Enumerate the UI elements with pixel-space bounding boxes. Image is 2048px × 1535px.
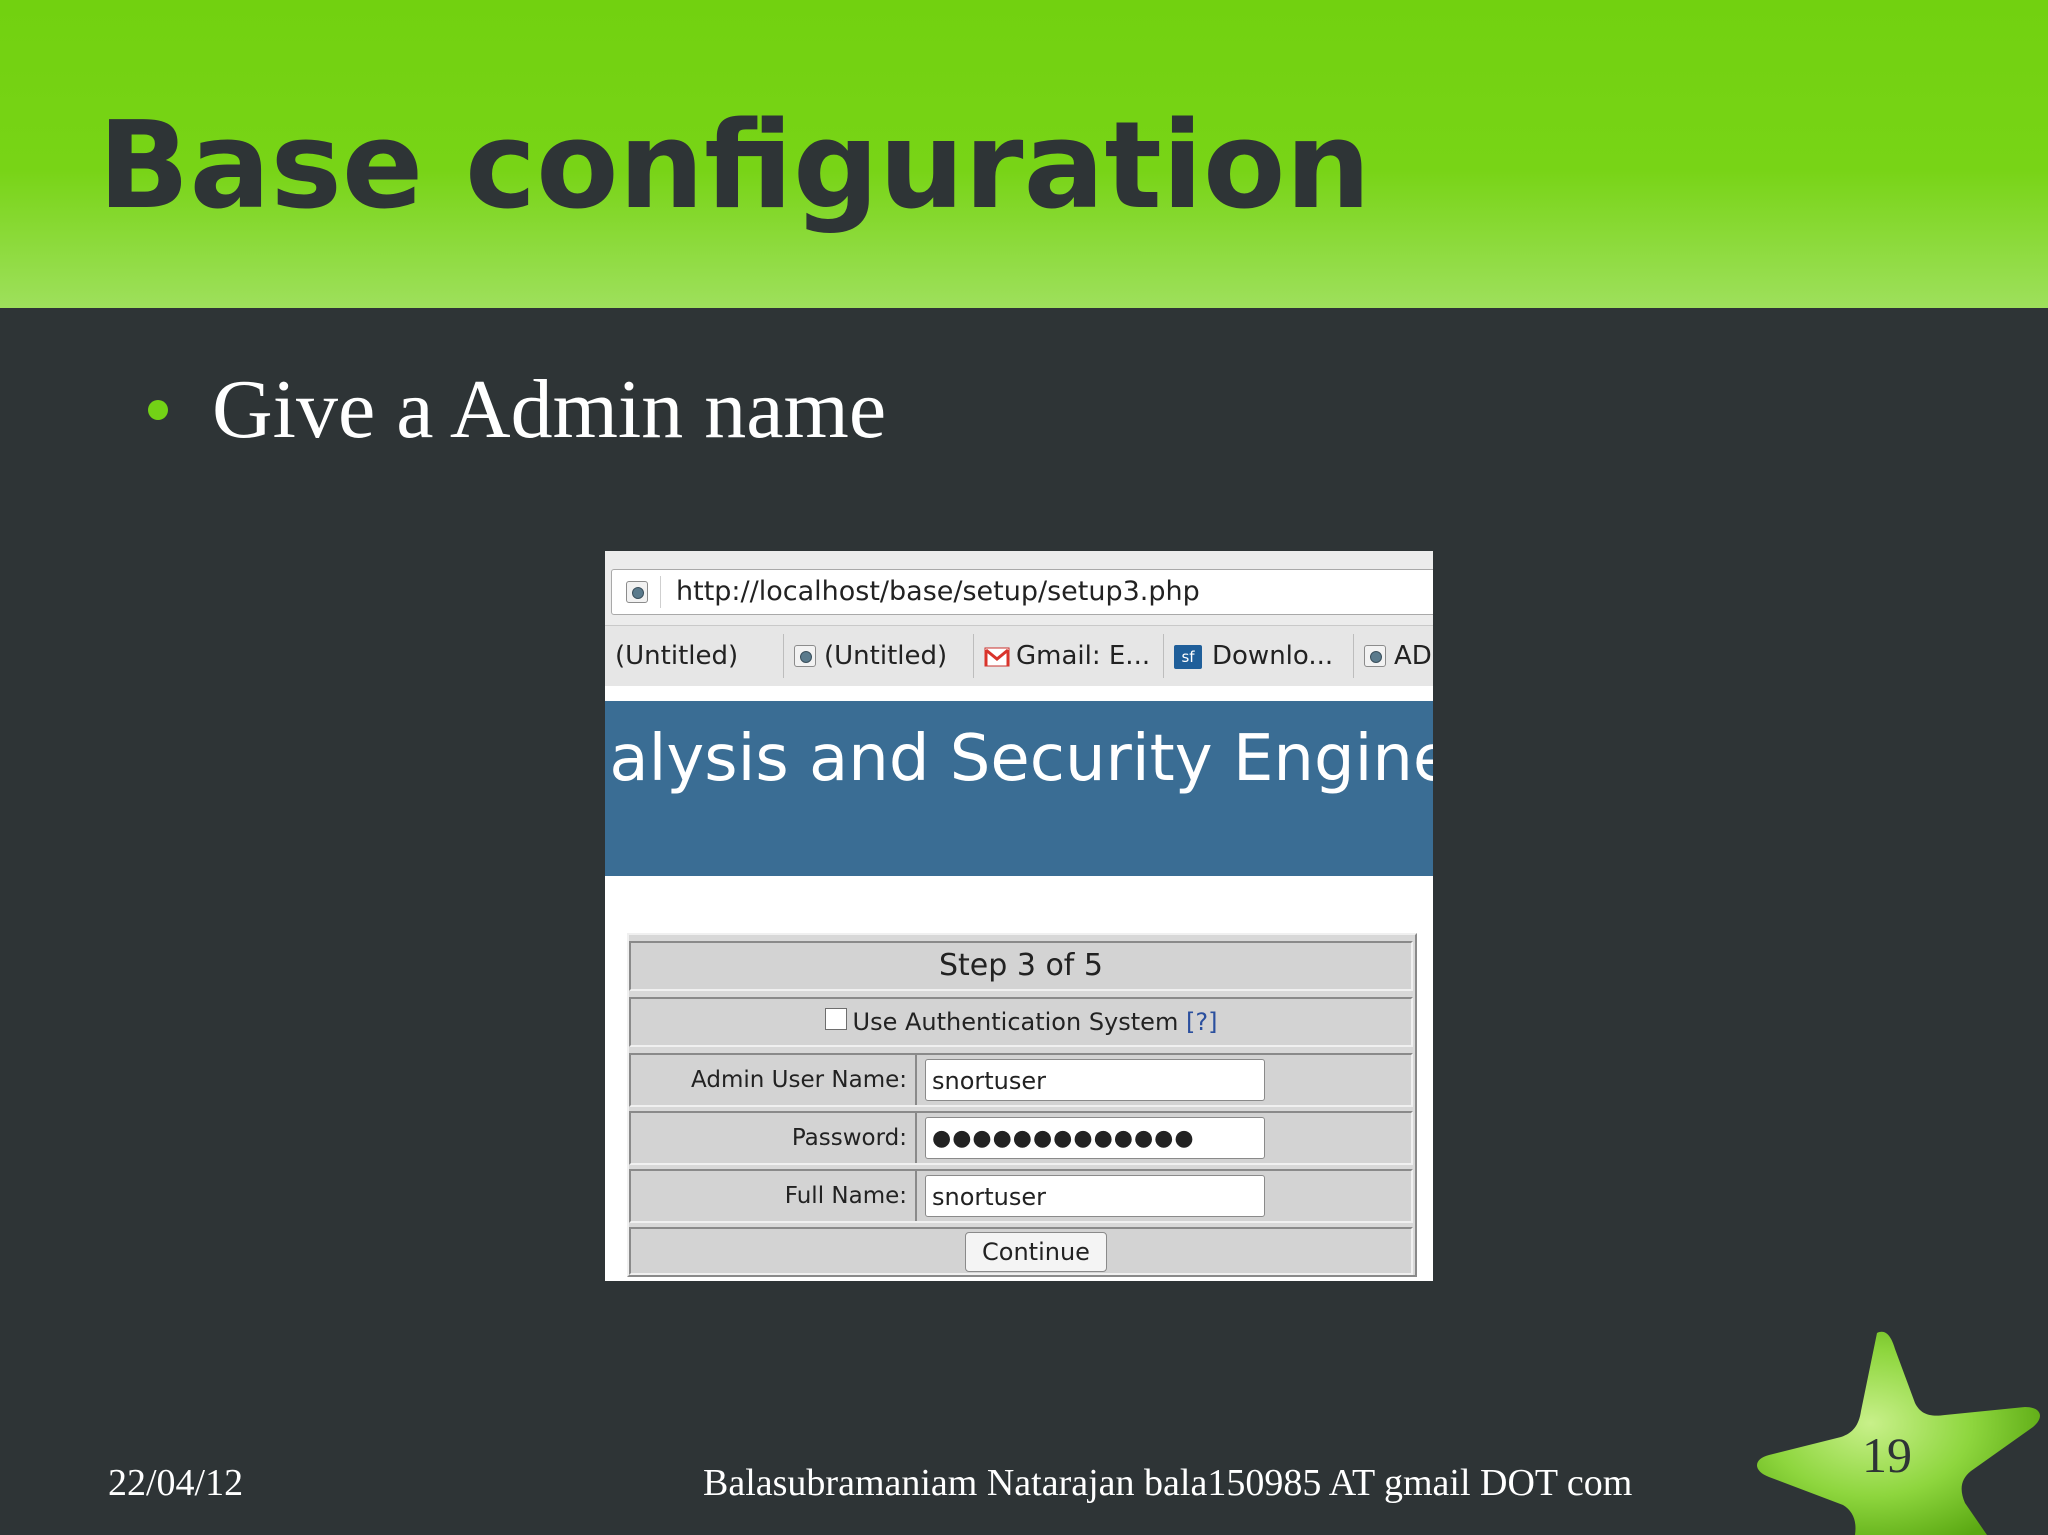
slide-header: Base configuration [0,0,2048,308]
tab-label: (Untitled) [615,641,739,671]
page-number: 19 [1862,1427,1912,1483]
bookmark-tabs: (Untitled) (Untitled) Gmail: E... sf Dow… [605,625,1433,686]
bullet-text: Give a Admin name [212,363,887,456]
admin-user-row: Admin User Name: snortuser [629,1053,1413,1107]
admin-user-label: Admin User Name: [631,1055,917,1105]
page-icon [794,645,816,667]
slide-title: Base configuration [98,97,1371,236]
tab-downloads[interactable]: sf Downlo... [1163,634,1354,678]
tab-label: (Untitled) [824,641,948,671]
step-row: Step 3 of 5 [629,941,1413,991]
navigation-bar: http://localhost/base/setup/setup3.php [605,551,1433,625]
tab-label: Downlo... [1212,641,1334,671]
auth-checkbox[interactable] [824,1008,847,1030]
banner-title: Analysis and Security Engine (BASE) [605,722,1433,796]
auth-label: Use Authentication System [852,1008,1179,1036]
full-name-row: Full Name: snortuser [629,1169,1413,1223]
continue-button[interactable]: Continue [965,1232,1107,1272]
sourceforge-icon: sf [1174,645,1202,669]
page-icon [1364,645,1386,667]
password-input[interactable]: ●●●●●●●●●●●●● [925,1117,1265,1159]
tab-gmail[interactable]: Gmail: E... [973,634,1164,678]
full-name-input[interactable]: snortuser [925,1175,1265,1217]
embedded-screenshot: http://localhost/base/setup/setup3.php (… [605,551,1433,1281]
setup-form: Step 3 of 5 Use Authentication System [?… [627,933,1433,1281]
tab-ado[interactable]: ADO [1353,634,1433,678]
step-label: Step 3 of 5 [938,948,1103,983]
gmail-icon [984,647,1010,667]
password-label: Password: [631,1113,917,1163]
tab-label: Gmail: E... [1016,641,1151,671]
auth-help-link[interactable]: [?] [1186,1008,1217,1036]
form-frame: Step 3 of 5 Use Authentication System [?… [627,933,1417,1277]
password-row: Password: ●●●●●●●●●●●●● [629,1111,1413,1165]
footer-date: 22/04/12 [108,1462,244,1504]
continue-row: Continue [629,1227,1413,1275]
url-text[interactable]: http://localhost/base/setup/setup3.php [676,576,1200,608]
url-separator [660,576,661,608]
url-bar[interactable]: http://localhost/base/setup/setup3.php [611,569,1433,615]
tab-untitled-2[interactable]: (Untitled) [783,634,974,678]
auth-row: Use Authentication System [?] [629,997,1413,1047]
footer-author: Balasubramaniam Natarajan bala150985 AT … [703,1462,1633,1504]
bullet-dot-icon [148,400,168,420]
full-name-label: Full Name: [631,1171,917,1221]
page-icon [626,581,648,603]
tab-label: ADO [1394,641,1433,671]
base-banner: Analysis and Security Engine (BASE) [605,701,1433,876]
admin-user-input[interactable]: snortuser [925,1059,1265,1101]
tab-untitled-1[interactable]: (Untitled) [605,634,783,678]
